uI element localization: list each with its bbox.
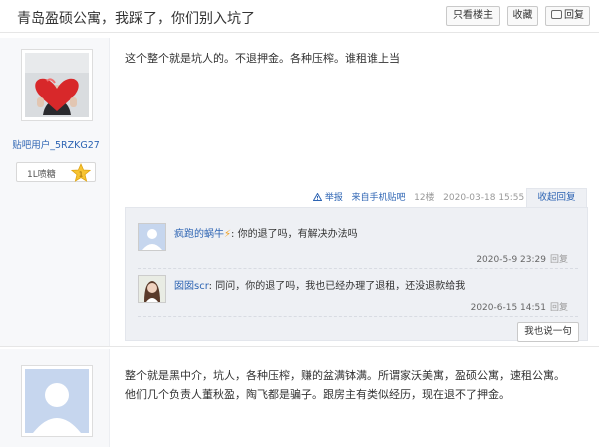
post-content: 这个整个就是坑人的。不退押金。各种压榨。谁租谁上当 xyxy=(125,52,400,65)
reply-text: : 同问，你的退了吗，我也已经办理了退租，还没退款给我 xyxy=(208,281,466,292)
author-sidebar: 贴吧用户_5RZKG27 1L喷糖 1 xyxy=(0,38,110,346)
reply-author[interactable]: 疯跑的蜗牛 xyxy=(174,229,224,240)
reply-item: 疯跑的蜗牛⚡: 你的退了吗，有解决办法吗 2020-5-9 23:29 回复 xyxy=(138,219,578,269)
say-something-button[interactable]: 我也说一句 xyxy=(517,322,579,342)
lightning-icon: ⚡ xyxy=(224,229,232,240)
reply-button[interactable]: 回复 xyxy=(545,6,590,26)
only-op-button[interactable]: 只看楼主 xyxy=(446,6,500,26)
comment-icon xyxy=(551,10,562,19)
thread-header: 青岛盈硕公寓，我踩了，你们别入坑了 只看楼主 收藏 回复 xyxy=(0,0,599,33)
level-number: 1 xyxy=(79,171,83,179)
post-content-line: 他们几个负责人董秋盈，陶飞都是骗子。跟房主有类似经历，现在退不了押金。 xyxy=(125,388,510,401)
default-avatar-icon xyxy=(139,224,165,250)
report-link[interactable]: 举报 xyxy=(312,192,346,203)
reply-avatar[interactable] xyxy=(138,275,166,303)
author-sidebar xyxy=(0,349,110,447)
avatar-image xyxy=(25,53,89,117)
level-star-icon: 1 xyxy=(71,163,91,182)
reply-author[interactable]: 囡囡scr xyxy=(174,281,209,292)
post: 贴吧用户_5RZKG27 1L喷糖 1 这个整个就是坑人的。不退押金。各种压榨。… xyxy=(0,38,599,347)
author-username[interactable]: 贴吧用户_5RZKG27 xyxy=(0,137,112,151)
report-label: 举报 xyxy=(324,193,343,203)
reply-link[interactable]: 回复 xyxy=(550,303,568,313)
reply-panel: 疯跑的蜗牛⚡: 你的退了吗，有解决办法吗 2020-5-9 23:29 回复 囡囡… xyxy=(125,207,588,342)
warning-icon xyxy=(312,192,323,201)
reply-time: 2020-5-9 23:29 xyxy=(476,255,546,265)
avatar[interactable] xyxy=(21,365,93,437)
favorite-button[interactable]: 收藏 xyxy=(507,6,538,26)
reply-link[interactable]: 回复 xyxy=(550,255,568,265)
source-link[interactable]: 来自手机贴吧 xyxy=(352,193,406,203)
reply-button-label: 回复 xyxy=(564,10,584,21)
default-avatar-icon xyxy=(25,369,89,433)
floor-number: 12楼 xyxy=(414,193,435,203)
level-label: 1L喷糖 xyxy=(27,170,56,180)
post-meta: 举报 来自手机贴吧 12楼 2020-03-18 15:55 xyxy=(312,190,525,203)
post-content-line: 整个就是黑中介，坑人，各种压榨，赚的盆满钵满。所谓家沃美寓，盈硕公寓，速租公寓。 xyxy=(125,369,565,382)
level-badge[interactable]: 1L喷糖 1 xyxy=(16,162,96,182)
thread-title: 青岛盈硕公寓，我踩了，你们别入坑了 xyxy=(17,11,255,27)
post-time: 2020-03-18 15:55 xyxy=(443,193,525,203)
reply-time: 2020-6-15 14:51 xyxy=(470,303,546,313)
reply-avatar[interactable] xyxy=(138,223,166,251)
reply-text: : 你的退了吗，有解决办法吗 xyxy=(231,229,358,240)
girl-avatar-icon xyxy=(139,276,165,302)
collapse-replies-button[interactable]: 收起回复 xyxy=(526,188,587,207)
post: 整个就是黑中介，坑人，各种压榨，赚的盆满钵满。所谓家沃美寓，盈硕公寓，速租公寓。… xyxy=(0,349,599,447)
avatar[interactable] xyxy=(21,49,93,121)
post-content: 整个就是黑中介，坑人，各种压榨，赚的盆满钵满。所谓家沃美寓，盈硕公寓，速租公寓。… xyxy=(125,366,585,404)
reply-item: 囡囡scr: 同问，你的退了吗，我也已经办理了退租，还没退款给我 2020-6-… xyxy=(138,271,578,317)
